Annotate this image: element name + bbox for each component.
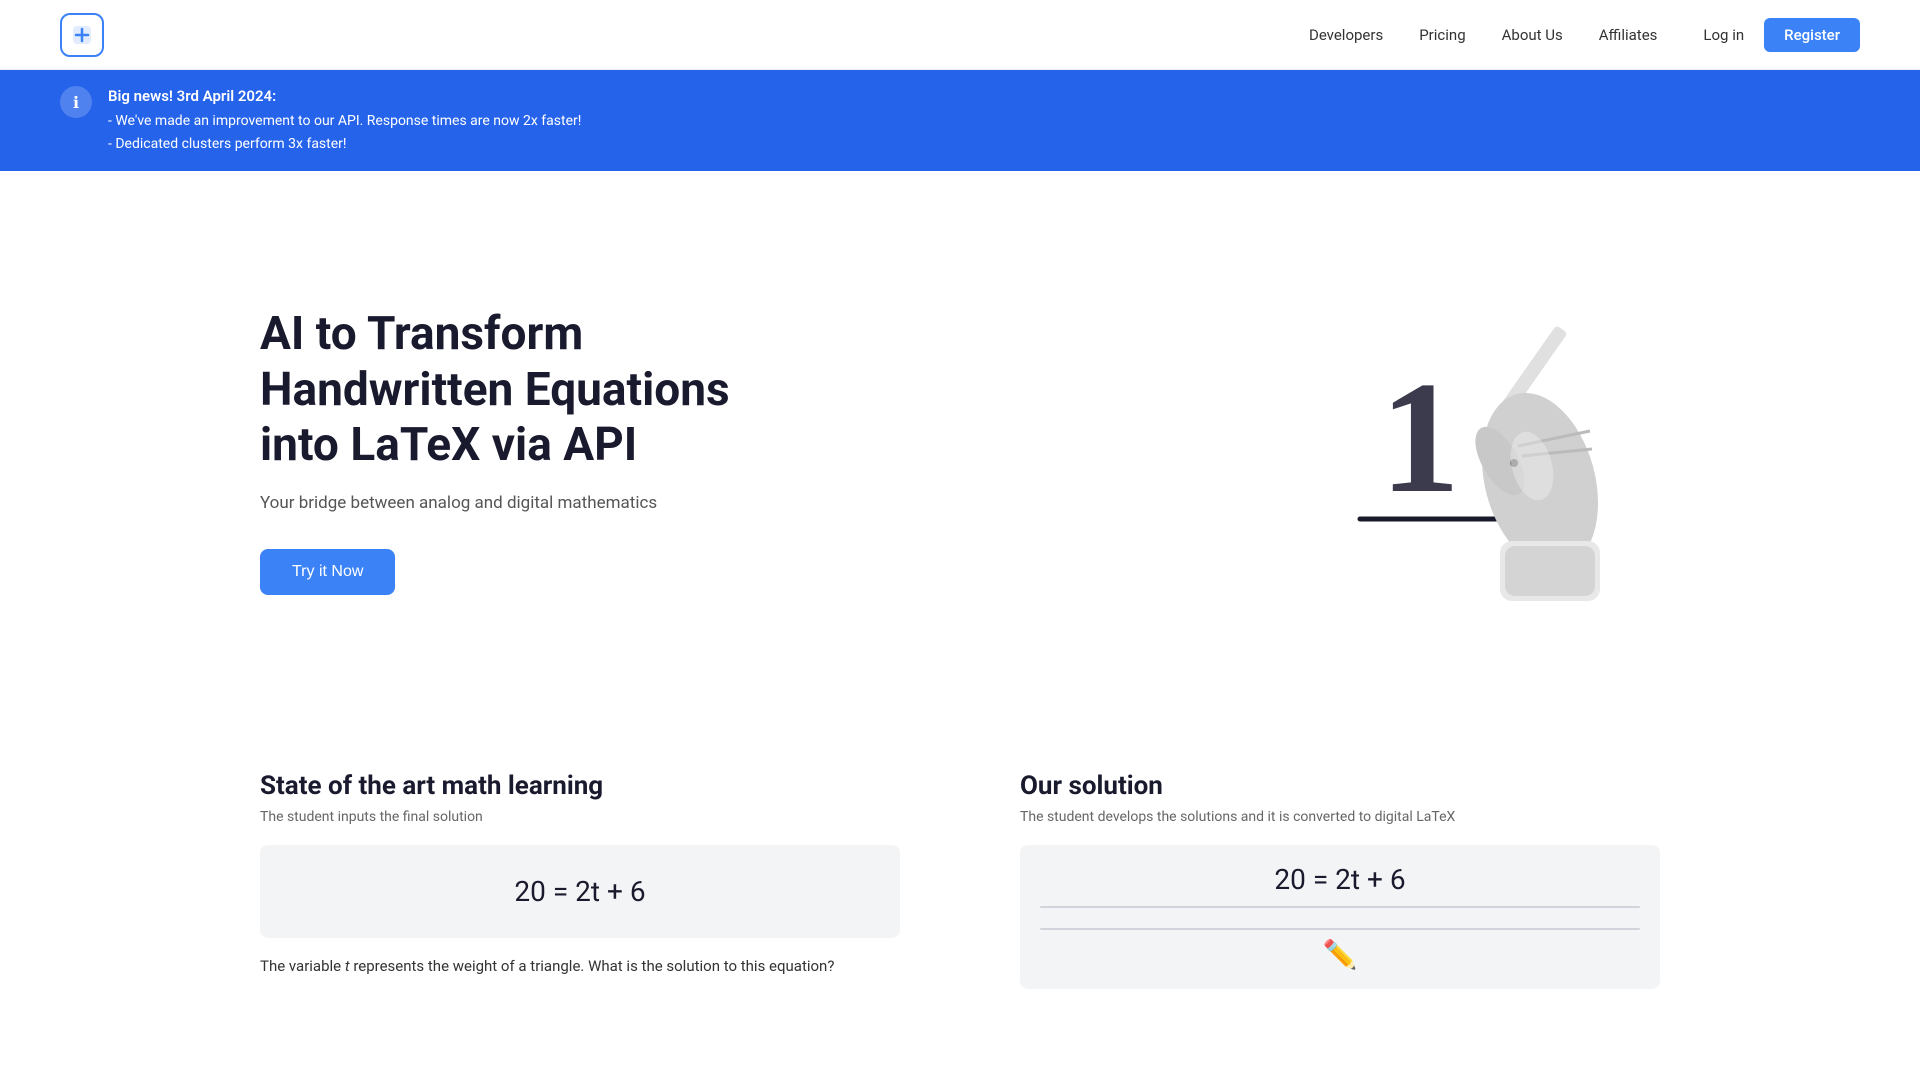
- right-equation: 20 = 2t + 6: [1040, 863, 1640, 896]
- hero-title: AI to Transform Handwritten Equations in…: [260, 307, 780, 473]
- nav-register[interactable]: Register: [1764, 18, 1860, 52]
- hand-writing-illustration: 1: [1300, 271, 1640, 631]
- pencil-icon: ✏️: [1040, 938, 1640, 971]
- right-section-desc: The student develops the solutions and i…: [1020, 809, 1660, 825]
- banner-title: Big news! 3rd April 2024:: [108, 84, 581, 110]
- banner-line2: - Dedicated clusters perform 3x faster!: [108, 133, 581, 157]
- divider-line: [1040, 906, 1640, 908]
- nav-affiliates[interactable]: Affiliates: [1599, 26, 1658, 44]
- main-nav: Developers Pricing About Us Affiliates L…: [1309, 18, 1860, 52]
- svg-text:1: 1: [1380, 348, 1460, 526]
- left-body-text: The variable t represents the weight of …: [260, 954, 900, 978]
- banner-line1: - We've made an improvement to our API. …: [108, 110, 581, 134]
- left-equation-box: 20 = 2t + 6: [260, 845, 900, 938]
- right-solution-box: 20 = 2t + 6 ✏️: [1020, 845, 1660, 989]
- left-section: State of the art math learning The stude…: [0, 731, 960, 1039]
- hero-section: AI to Transform Handwritten Equations in…: [0, 171, 1920, 731]
- nav-login[interactable]: Log in: [1703, 26, 1744, 44]
- header: Developers Pricing About Us Affiliates L…: [0, 0, 1920, 70]
- left-section-desc: The student inputs the final solution: [260, 809, 900, 825]
- right-section: Our solution The student develops the so…: [960, 731, 1920, 1039]
- left-equation: 20 = 2t + 6: [514, 875, 645, 908]
- hero-subtitle: Your bridge between analog and digital m…: [260, 493, 780, 513]
- try-it-now-button[interactable]: Try it Now: [260, 549, 395, 595]
- hero-illustration: 1: [1280, 261, 1660, 641]
- hero-text: AI to Transform Handwritten Equations in…: [260, 307, 780, 595]
- nav-auth: Log in Register: [1703, 18, 1860, 52]
- logo[interactable]: [60, 13, 104, 57]
- nav-pricing[interactable]: Pricing: [1419, 26, 1465, 44]
- info-icon: ℹ: [60, 86, 92, 118]
- nav-developers[interactable]: Developers: [1309, 26, 1383, 44]
- logo-icon: [60, 13, 104, 57]
- announcement-banner: ℹ Big news! 3rd April 2024: - We've made…: [0, 70, 1920, 171]
- comparison-sections: State of the art math learning The stude…: [0, 731, 1920, 1079]
- divider-line-2: [1040, 928, 1640, 930]
- left-section-title: State of the art math learning: [260, 771, 900, 801]
- nav-about-us[interactable]: About Us: [1502, 26, 1563, 44]
- banner-content: Big news! 3rd April 2024: - We've made a…: [108, 84, 581, 157]
- right-section-title: Our solution: [1020, 771, 1660, 801]
